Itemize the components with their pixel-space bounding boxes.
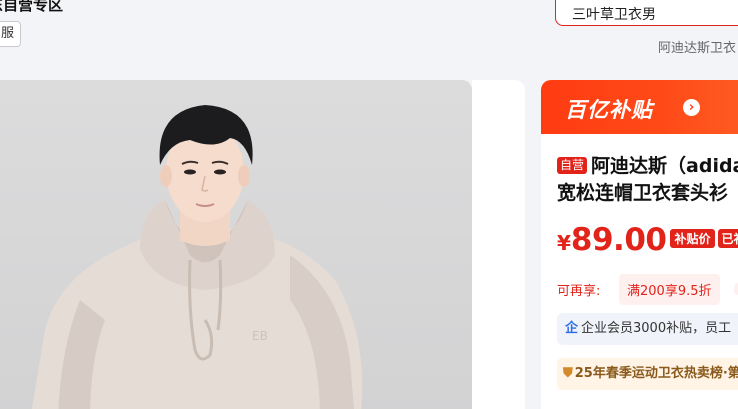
discount-chip[interactable]: 满200享9.5折	[619, 274, 720, 305]
product-title-line1: 阿迪达斯（adidas）	[591, 155, 738, 177]
promo-row: 可再享: 满200享9.5折	[557, 274, 738, 305]
price-row: ¥89.00补贴价已补	[557, 222, 738, 258]
shield-icon: ⛊	[563, 366, 573, 381]
svg-text:EB: EB	[252, 329, 268, 343]
product-image[interactable]: EB	[0, 80, 472, 409]
search-input[interactable]	[572, 6, 738, 22]
enterprise-member-row[interactable]: 企企业会员3000补贴，员工	[557, 313, 738, 345]
currency-symbol: ¥	[557, 231, 571, 255]
enterprise-member-text: 企业会员3000补贴，员工	[581, 321, 732, 336]
subsidy-banner[interactable]: 百亿补贴 ›	[541, 80, 738, 134]
promo-label: 可再享:	[557, 284, 601, 299]
image-gap	[472, 80, 525, 409]
ranking-row[interactable]: ⛊ 25年春季运动卫衣热卖榜·第	[557, 358, 738, 390]
product-title-line2: 宽松连帽卫衣套头衫	[557, 182, 729, 204]
subsidy-brand: 百亿补贴	[565, 98, 653, 122]
self-operated-badge: 自营	[557, 157, 588, 174]
subsidy-price-tag: 补贴价	[670, 229, 715, 248]
ranking-text: 25年春季运动卫衣热卖榜·第	[574, 366, 738, 381]
enterprise-icon: 企	[565, 321, 579, 336]
model-photo: EB	[31, 105, 363, 409]
search-hint[interactable]: 阿迪达斯卫衣	[658, 37, 736, 56]
arrow-right-icon[interactable]: ›	[683, 99, 700, 116]
search-box[interactable]	[555, 0, 738, 26]
subsidized-tag: 已补	[717, 229, 738, 248]
discount-chip-2[interactable]	[733, 283, 738, 295]
price-amount: 89.00	[570, 222, 667, 258]
category-chip[interactable]: 服	[0, 21, 21, 47]
product-title: 自营阿迪达斯（adidas） 宽松连帽卫衣套头衫	[557, 153, 738, 207]
store-title: 东自营专区	[0, 0, 64, 14]
product-info-panel: 百亿补贴 › 自营阿迪达斯（adidas） 宽松连帽卫衣套头衫 ¥89.00补贴…	[541, 80, 738, 409]
